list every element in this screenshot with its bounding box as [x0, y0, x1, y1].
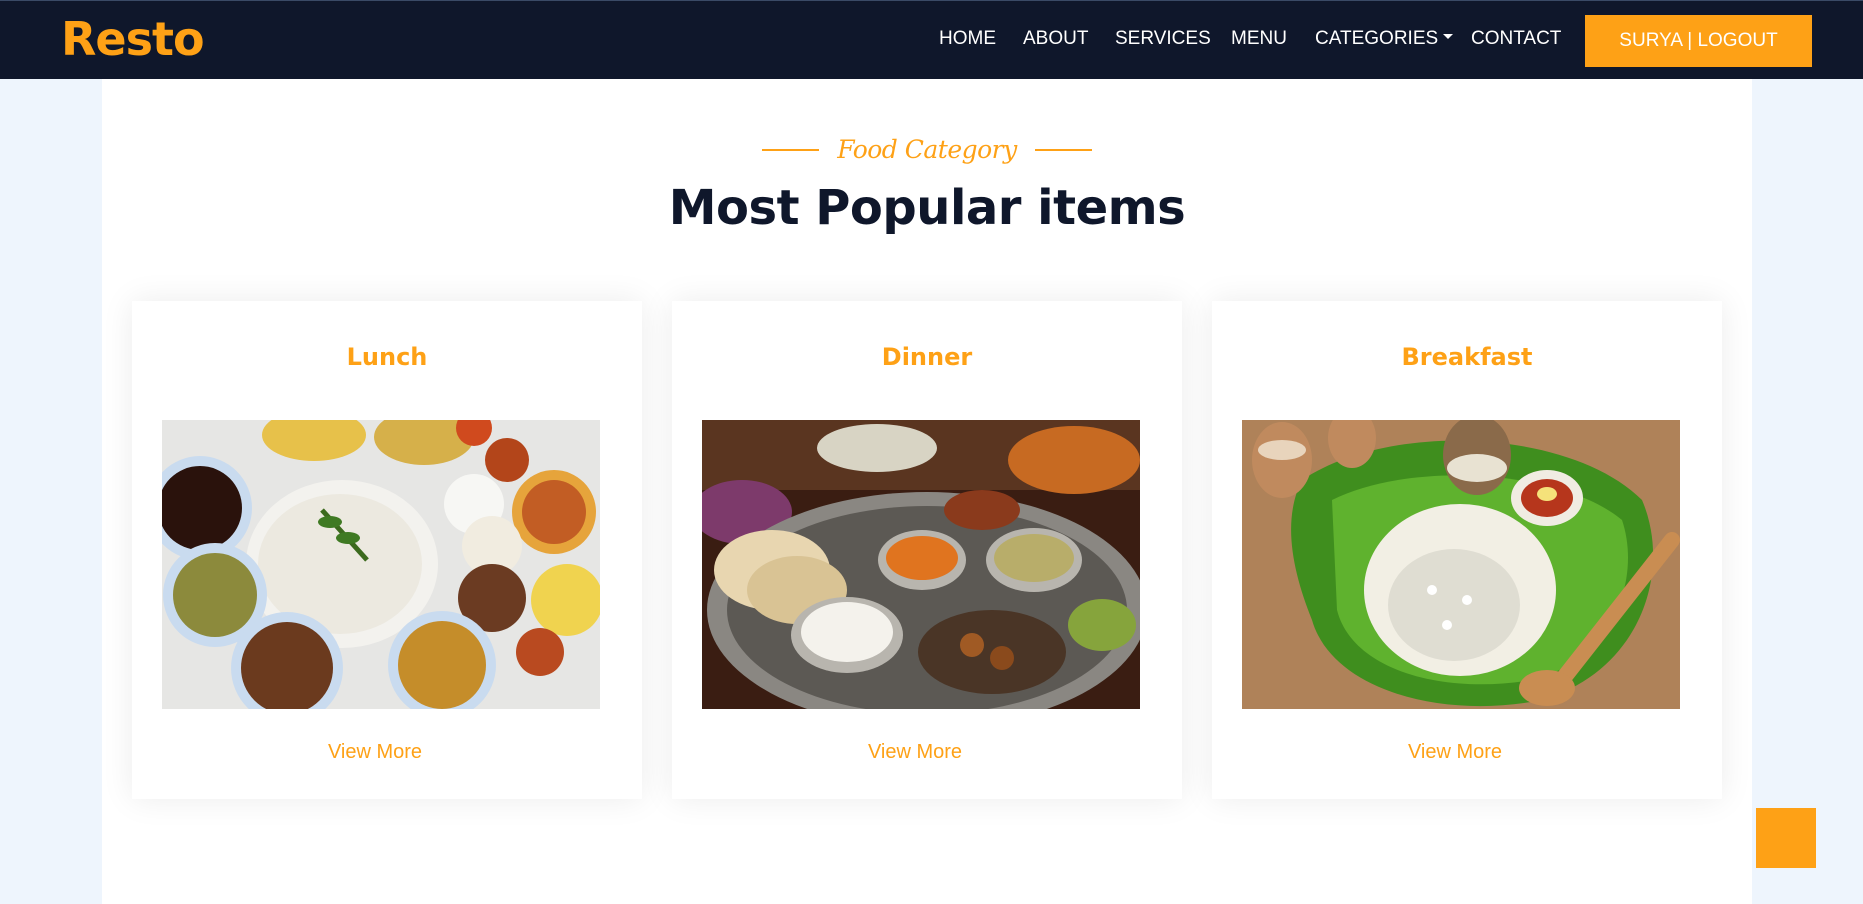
nav-categories[interactable]: CATEGORIES [1315, 28, 1454, 50]
category-card-lunch: Lunch View More [132, 301, 642, 799]
lunch-image [162, 420, 600, 709]
view-more-link-breakfast[interactable]: View More [1212, 741, 1698, 764]
section-title: Most Popular items [668, 180, 1186, 236]
nav-services[interactable]: SERVICES [1115, 28, 1211, 50]
nav-links: HOME ABOUT SERVICES MENU CATEGORIES CONT… [0, 1, 1863, 80]
breakfast-image [1242, 420, 1680, 709]
card-title: Lunch [346, 343, 428, 371]
card-title: Breakfast [1401, 343, 1533, 371]
back-to-top-button[interactable] [1756, 808, 1816, 868]
tag-line-right [1035, 148, 1093, 151]
dinner-image [702, 420, 1140, 709]
section-tag-text: Food Category [837, 135, 1017, 164]
category-card-dinner: Dinner View More [672, 301, 1182, 799]
nav-categories-label: CATEGORIES [1315, 28, 1439, 49]
nav-menu[interactable]: MENU [1231, 28, 1287, 50]
view-more-link-lunch[interactable]: View More [132, 741, 618, 764]
nav-about[interactable]: ABOUT [1023, 28, 1088, 50]
tag-line-left [761, 148, 819, 151]
navbar: Resto HOME ABOUT SERVICES MENU CATEGORIE… [0, 0, 1863, 79]
card-title: Dinner [881, 343, 973, 371]
nav-contact[interactable]: CONTACT [1471, 28, 1561, 50]
nav-home[interactable]: HOME [939, 28, 996, 50]
caret-down-icon [1443, 34, 1454, 40]
section-tag: Food Category [102, 135, 1752, 164]
logout-button[interactable]: SURYA | LOGOUT [1585, 15, 1812, 67]
main-content: Food Category Most Popular items Lunch V… [102, 79, 1752, 904]
view-more-link-dinner[interactable]: View More [672, 741, 1158, 764]
category-card-breakfast: Breakfast View More [1212, 301, 1722, 799]
